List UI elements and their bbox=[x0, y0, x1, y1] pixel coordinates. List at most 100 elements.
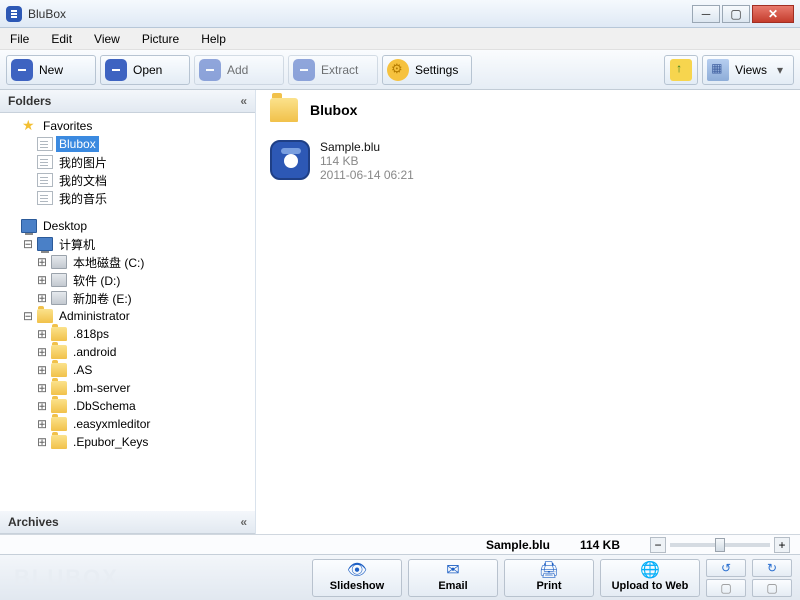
close-button[interactable]: ✕ bbox=[752, 5, 794, 23]
rotate-left-button[interactable]: ↺ bbox=[706, 559, 746, 577]
tree-computer[interactable]: ⊟计算机 bbox=[2, 235, 253, 253]
tree-item[interactable]: ⊞.bm-server bbox=[2, 379, 253, 397]
expand-icon[interactable]: ⊞ bbox=[36, 291, 48, 305]
page-icon bbox=[37, 137, 53, 151]
folder-icon bbox=[51, 399, 67, 413]
slideshow-button[interactable]: 👁Slideshow bbox=[312, 559, 402, 597]
file-item-sample[interactable]: Sample.blu 114 KB 2011-06-14 06:21 bbox=[270, 140, 786, 182]
file-list[interactable]: Sample.blu 114 KB 2011-06-14 06:21 bbox=[256, 130, 800, 534]
tree-favorites[interactable]: Favorites bbox=[2, 117, 253, 135]
tree-item-fav1[interactable]: 我的图片 bbox=[2, 153, 253, 171]
folder-icon bbox=[51, 417, 67, 431]
action-bar: BLUBOX 👁Slideshow ✉Email 🖨Print 🌐Upload … bbox=[0, 554, 800, 600]
views-label: Views bbox=[735, 63, 767, 77]
print-button[interactable]: 🖨Print bbox=[504, 559, 594, 597]
expand-icon[interactable]: ⊞ bbox=[36, 399, 48, 413]
add-icon bbox=[199, 59, 221, 81]
tree-item[interactable]: ⊞.easyxmleditor bbox=[2, 415, 253, 433]
file-viewer: Blubox Sample.blu 114 KB 2011-06-14 06:2… bbox=[256, 90, 800, 534]
open-label: Open bbox=[133, 63, 162, 77]
tree-item[interactable]: ⊞.DbSchema bbox=[2, 397, 253, 415]
open-button[interactable]: Open bbox=[100, 55, 190, 85]
eye-icon: 👁 bbox=[347, 563, 367, 579]
zoom-thumb[interactable] bbox=[715, 538, 725, 552]
menu-help[interactable]: Help bbox=[201, 32, 226, 46]
tree-item-fav2[interactable]: 我的文档 bbox=[2, 171, 253, 189]
tree-desktop[interactable]: Desktop bbox=[2, 217, 253, 235]
expand-icon[interactable]: ⊞ bbox=[36, 345, 48, 359]
location-header: Blubox bbox=[256, 90, 800, 130]
extract-button[interactable]: Extract bbox=[288, 55, 378, 85]
new-button[interactable]: New bbox=[6, 55, 96, 85]
window-title: BluBox bbox=[28, 7, 692, 21]
location-title: Blubox bbox=[310, 102, 357, 118]
email-button[interactable]: ✉Email bbox=[408, 559, 498, 597]
views-icon bbox=[707, 59, 729, 81]
folder-icon bbox=[37, 309, 53, 323]
menu-file[interactable]: File bbox=[10, 32, 29, 46]
desktop-icon bbox=[21, 219, 37, 233]
minimize-button[interactable]: ─ bbox=[692, 5, 720, 23]
toolbar: New Open Add Extract Settings Views ▾ bbox=[0, 50, 800, 90]
brand-watermark: BLUBOX bbox=[8, 565, 119, 591]
expand-icon[interactable]: ⊞ bbox=[36, 417, 48, 431]
folder-icon bbox=[270, 98, 298, 122]
drive-icon bbox=[51, 273, 67, 287]
tree-item-blubox[interactable]: Blubox bbox=[2, 135, 253, 153]
maximize-button[interactable]: ▢ bbox=[722, 5, 750, 23]
zoom-out-button[interactable]: − bbox=[650, 537, 666, 553]
file-size: 114 KB bbox=[320, 154, 414, 168]
expand-icon[interactable]: ⊞ bbox=[36, 381, 48, 395]
collapse-icon[interactable]: ⊟ bbox=[22, 237, 34, 251]
tree-item[interactable]: ⊞.android bbox=[2, 343, 253, 361]
globe-icon: 🌐 bbox=[640, 563, 660, 579]
tree-item-fav3[interactable]: 我的音乐 bbox=[2, 189, 253, 207]
add-button[interactable]: Add bbox=[194, 55, 284, 85]
zoom-track[interactable] bbox=[670, 543, 770, 547]
page-icon bbox=[37, 173, 53, 187]
tree-item[interactable]: ⊞.AS bbox=[2, 361, 253, 379]
tree-administrator[interactable]: ⊟Administrator bbox=[2, 307, 253, 325]
thumb-next-button[interactable]: ▢ bbox=[752, 579, 792, 597]
folders-header-label: Folders bbox=[8, 94, 51, 108]
expand-icon[interactable]: ⊞ bbox=[36, 363, 48, 377]
menu-edit[interactable]: Edit bbox=[51, 32, 72, 46]
collapse-icon[interactable]: ⊟ bbox=[22, 309, 34, 323]
views-button[interactable]: Views ▾ bbox=[702, 55, 794, 85]
page-icon bbox=[37, 155, 53, 169]
tree-item[interactable]: ⊞.Epubor_Keys bbox=[2, 433, 253, 451]
expand-icon[interactable]: ⊞ bbox=[36, 255, 48, 269]
menu-view[interactable]: View bbox=[94, 32, 120, 46]
settings-label: Settings bbox=[415, 63, 458, 77]
upload-button[interactable]: 🌐Upload to Web bbox=[600, 559, 700, 597]
page-icon bbox=[37, 191, 53, 205]
thumb-prev-button[interactable]: ▢ bbox=[706, 579, 746, 597]
envelope-icon: ✉ bbox=[446, 563, 459, 579]
zoom-slider: − + bbox=[650, 537, 790, 553]
tree-drive-e[interactable]: ⊞新加卷 (E:) bbox=[2, 289, 253, 307]
expand-icon[interactable]: ⊞ bbox=[36, 435, 48, 449]
up-folder-button[interactable] bbox=[664, 55, 698, 85]
rotate-right-button[interactable]: ↻ bbox=[752, 559, 792, 577]
folder-icon bbox=[51, 345, 67, 359]
title-bar: BluBox ─ ▢ ✕ bbox=[0, 0, 800, 28]
folder-icon bbox=[51, 435, 67, 449]
file-name: Sample.blu bbox=[320, 140, 414, 154]
expand-icon[interactable]: ⊞ bbox=[36, 273, 48, 287]
chevron-down-icon: ▾ bbox=[777, 63, 783, 77]
settings-button[interactable]: Settings bbox=[382, 55, 472, 85]
tree-item[interactable]: ⊞.818ps bbox=[2, 325, 253, 343]
expand-icon[interactable]: ⊞ bbox=[36, 327, 48, 341]
menu-picture[interactable]: Picture bbox=[142, 32, 179, 46]
tree-drive-d[interactable]: ⊞软件 (D:) bbox=[2, 271, 253, 289]
extract-label: Extract bbox=[321, 63, 358, 77]
add-label: Add bbox=[227, 63, 248, 77]
drive-icon bbox=[51, 291, 67, 305]
up-arrow-icon bbox=[670, 59, 692, 81]
status-bar: Sample.blu 114 KB − + bbox=[0, 534, 800, 554]
zoom-in-button[interactable]: + bbox=[774, 537, 790, 553]
collapse-archives-icon[interactable]: « bbox=[240, 515, 247, 529]
collapse-folders-icon[interactable]: « bbox=[240, 94, 247, 108]
tree-drive-c[interactable]: ⊞本地磁盘 (C:) bbox=[2, 253, 253, 271]
drive-icon bbox=[51, 255, 67, 269]
